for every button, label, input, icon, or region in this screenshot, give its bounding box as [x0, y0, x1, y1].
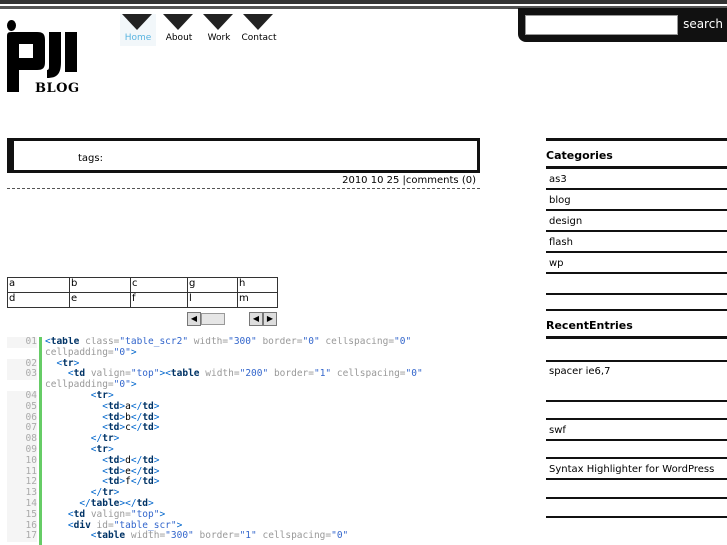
logo-dot	[7, 20, 16, 31]
table-cell: l	[187, 292, 238, 308]
nav-triangle-icon	[243, 14, 273, 30]
nav-item-contact[interactable]: Contact	[241, 14, 277, 46]
search-input[interactable]	[525, 15, 678, 35]
blog-logo[interactable]: BLOG	[7, 18, 79, 98]
table-cell: b	[69, 277, 131, 293]
line-number: 01	[7, 337, 37, 348]
sidebar-spacer	[546, 499, 727, 518]
category-link[interactable]: flash	[546, 232, 727, 253]
demo-table: a b c g h d e f l m	[7, 277, 278, 308]
nav-label: Contact	[241, 33, 277, 43]
post-meta: 2010 10 25 |comments (0)	[7, 173, 480, 189]
recent-entry-text: spacer ie6,7	[549, 366, 611, 377]
table-cell: e	[69, 292, 131, 308]
table-row: a b c g h	[7, 277, 278, 293]
recent-entry-link[interactable]: swf	[546, 420, 727, 441]
category-link[interactable]: wp	[546, 253, 727, 274]
nav-triangle-icon	[203, 14, 233, 30]
line-number: 03	[7, 369, 37, 381]
sidebar-spacer	[546, 441, 727, 459]
top-bar-line	[0, 0, 727, 4]
logo-blog-text: BLOG	[35, 81, 80, 96]
search-area: search	[518, 8, 727, 42]
horizontal-scrollbar[interactable]: ◀ ◀ ▶	[187, 312, 277, 326]
categories-title: Categories	[546, 141, 727, 169]
sidebar-spacer	[546, 402, 727, 420]
recent-entry-link[interactable]: Syntax Highlighter for WordPress	[546, 459, 727, 480]
category-link[interactable]: as3	[546, 169, 727, 190]
code-line: 17 <table width="300" border="1" cellspa…	[7, 530, 477, 543]
nav-item-home[interactable]: Home	[120, 14, 156, 46]
sidebar: Categories as3 blog design flash wp Rece…	[546, 138, 727, 518]
line-number: 10	[7, 455, 37, 467]
recent-entry-link[interactable]: spacer ie6,7	[546, 362, 727, 402]
line-number: 05	[7, 401, 37, 413]
line-number: 17	[7, 531, 37, 543]
nav-label: About	[165, 33, 193, 43]
scroll-left-icon[interactable]: ◀	[249, 312, 263, 326]
comments-link[interactable]: comments (0)	[406, 175, 476, 186]
table-row: d e f l m	[7, 292, 278, 308]
post-header: tags:	[7, 138, 480, 173]
sidebar-spacer	[546, 274, 727, 295]
code-text: <table width="300" border="1" cellspacin…	[90, 530, 349, 542]
line-number: 15	[7, 509, 37, 521]
search-button[interactable]: search	[681, 14, 725, 34]
tags-label: tags:	[78, 153, 103, 164]
scroll-thumb[interactable]	[201, 313, 225, 325]
code-block: 01 <table class="table_scr2" width="300" …	[7, 337, 477, 545]
table-cell: f	[130, 292, 188, 308]
nav-triangle-icon	[122, 14, 152, 30]
category-link[interactable]: blog	[546, 190, 727, 211]
nav-label: Home	[124, 33, 152, 43]
sidebar-spacer	[546, 295, 727, 311]
code-line: 10 <td>d</td>	[7, 455, 477, 467]
nav-item-work[interactable]: Work	[201, 14, 237, 46]
sidebar-spacer	[546, 339, 727, 362]
category-link[interactable]: design	[546, 211, 727, 232]
sidebar-spacer	[546, 480, 727, 499]
code-line: 05 <td>a</td>	[7, 401, 477, 413]
table-cell: d	[7, 292, 70, 308]
table-cell: c	[130, 277, 188, 293]
nav-label: Work	[207, 33, 231, 43]
table-cell: m	[237, 292, 278, 308]
scroll-left-icon[interactable]: ◀	[187, 312, 201, 326]
recent-entries-title: RecentEntries	[546, 311, 727, 339]
post-date: 2010 10 25	[342, 175, 400, 186]
nav-item-about[interactable]: About	[161, 14, 197, 46]
table-cell: h	[237, 277, 278, 293]
table-cell: g	[187, 277, 238, 293]
nav-triangle-icon	[163, 14, 193, 30]
scroll-right-icon[interactable]: ▶	[263, 312, 277, 326]
table-cell: a	[7, 277, 70, 293]
